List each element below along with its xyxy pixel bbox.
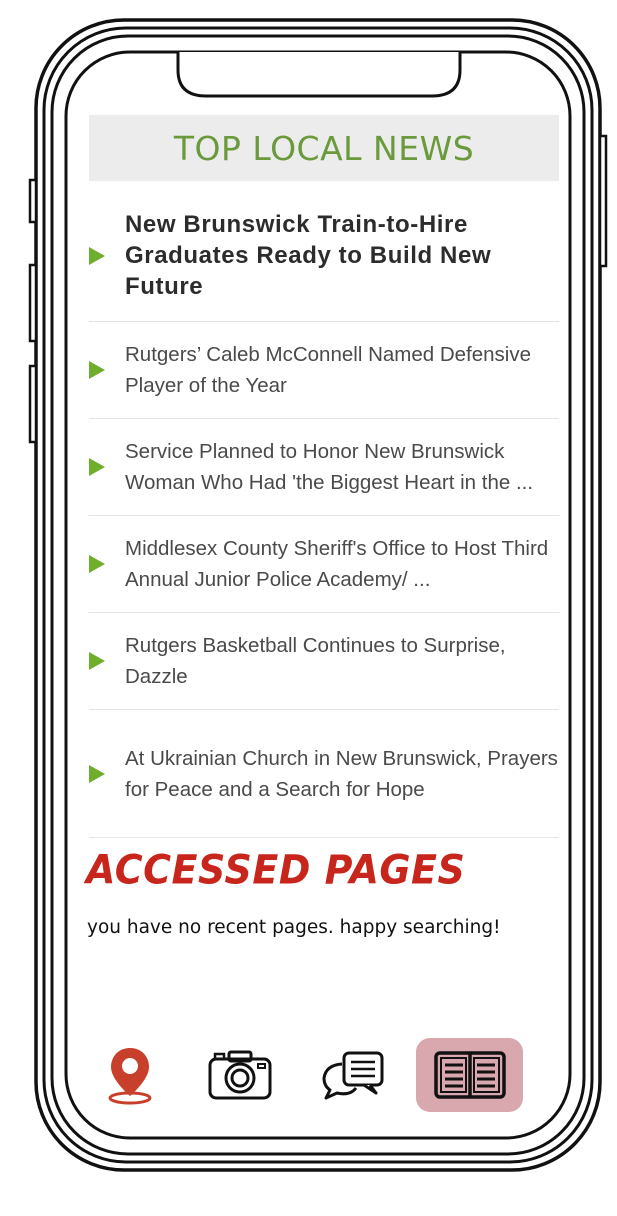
phone-screen: TOP LOCAL NEWS New Brunswick Train-to-Hi… [70,60,559,1140]
news-item[interactable]: Rutgers Basketball Continues to Surprise… [89,613,559,710]
book-icon [433,1051,506,1099]
bullet-arrow-icon [89,555,105,573]
nav-location-button[interactable] [100,1040,160,1110]
news-header: TOP LOCAL NEWS [89,115,559,181]
chat-bubbles-icon [322,1051,384,1100]
location-pin-icon [108,1048,152,1105]
news-list: New Brunswick Train-to-Hire Graduates Re… [89,190,559,838]
news-item-title: Rutgers Basketball Continues to Surprise… [125,634,506,688]
accessed-pages-message: you have no recent pages. happy searchin… [87,917,501,938]
news-item-title: New Brunswick Train-to-Hire Graduates Re… [125,211,492,300]
accessed-pages-title: ACCESSED PAGES [86,846,466,894]
news-item[interactable]: Middlesex County Sheriff's Office to Hos… [89,516,559,613]
bullet-arrow-icon [89,458,105,476]
news-item[interactable]: New Brunswick Train-to-Hire Graduates Re… [89,190,559,322]
bullet-arrow-icon [89,652,105,670]
bullet-arrow-icon [89,246,105,265]
bullet-arrow-icon [89,361,105,379]
nav-camera-button[interactable] [202,1040,278,1110]
bullet-arrow-icon [89,764,105,783]
camera-icon [208,1050,272,1100]
nav-book-button[interactable] [416,1038,523,1112]
news-item-title: Service Planned to Honor New Brunswick W… [125,440,534,494]
news-item[interactable]: Service Planned to Honor New Brunswick W… [89,419,559,516]
news-header-title: TOP LOCAL NEWS [173,128,475,168]
news-item-title: Rutgers’ Caleb McConnell Named Defensive… [125,343,532,397]
news-item-title: At Ukrainian Church in New Brunswick, Pr… [125,746,558,801]
news-item[interactable]: At Ukrainian Church in New Brunswick, Pr… [89,710,559,838]
news-item-title: Middlesex County Sheriff's Office to Hos… [125,537,549,591]
nav-chat-button[interactable] [318,1040,388,1110]
news-item[interactable]: Rutgers’ Caleb McConnell Named Defensive… [89,322,559,419]
